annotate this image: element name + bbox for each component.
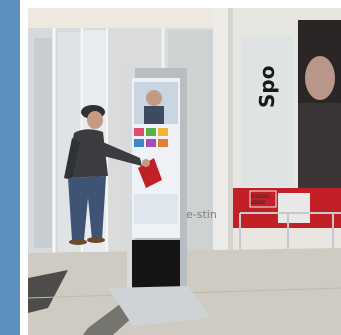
notice-line-1: ACCESSO <box>250 194 269 199</box>
left-accent-bar <box>0 0 20 335</box>
mall-kiosk-photo: Spo ACCESSO SERVIZI e-stin <box>28 8 341 335</box>
shop-sign: Spo <box>255 66 279 108</box>
shop-window-text: e-stin <box>186 208 217 221</box>
notice-line-2: SERVIZI <box>250 200 265 205</box>
